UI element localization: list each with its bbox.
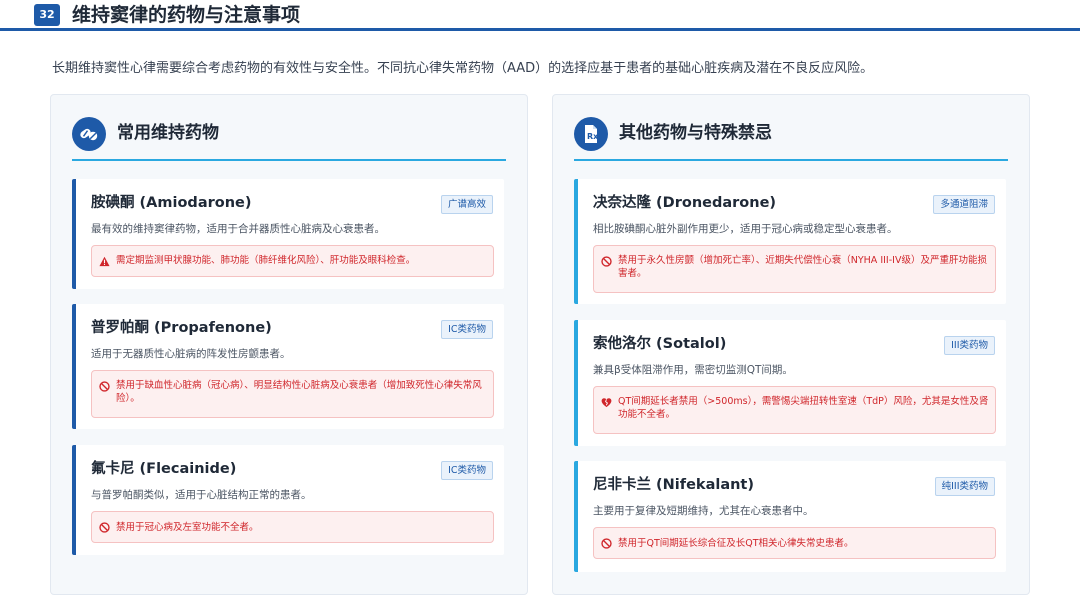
slide-header: 32 维持窦律的药物与注意事项 bbox=[0, 0, 1080, 31]
warning-box: 禁用于缺血性心脏病（冠心病）、明显结构性心脏病及心衰患者（增加致死性心律失常风险… bbox=[91, 370, 494, 418]
slide-title: 维持窦律的药物与注意事项 bbox=[72, 4, 301, 26]
drug-description: 主要用于复律及短期维持，尤其在心衰患者中。 bbox=[593, 505, 814, 517]
warning-box: QT间期延长者禁用（>500ms），需警惕尖端扭转性室速（TdP）风险，尤其是女… bbox=[593, 386, 996, 434]
drug-card-nifekalant: 尼非卡兰 (Nifekalant) 纯III类药物 主要用于复律及短期维持，尤其… bbox=[574, 461, 1006, 572]
drug-name: 胺碘酮 (Amiodarone) bbox=[91, 195, 252, 211]
drug-card-sotalol: 索他洛尔 (Sotalol) III类药物 兼具β受体阻滞作用，需密切监测QT间… bbox=[574, 320, 1006, 446]
drug-name: 普罗帕酮 (Propafenone) bbox=[91, 320, 272, 336]
common-drugs-panel: 常用维持药物 胺碘酮 (Amiodarone) 广谱高效 最有效的维持窦律药物，… bbox=[50, 94, 528, 595]
drug-badge: 多通道阻滞 bbox=[933, 195, 995, 214]
panel-divider bbox=[574, 159, 1008, 161]
drug-card-dronedarone: 决奈达隆 (Dronedarone) 多通道阻滞 相比胺碘酮心脏外副作用更少，适… bbox=[574, 179, 1006, 304]
drug-card-amiodarone: 胺碘酮 (Amiodarone) 广谱高效 最有效的维持窦律药物，适用于合并器质… bbox=[72, 179, 504, 289]
drug-description: 与普罗帕酮类似，适用于心脏结构正常的患者。 bbox=[91, 489, 312, 501]
prescription-file-icon: Rx bbox=[574, 117, 608, 151]
ban-icon bbox=[99, 381, 110, 392]
drug-description: 适用于无器质性心脏病的阵发性房颤患者。 bbox=[91, 348, 291, 360]
warning-box: 需定期监测甲状腺功能、肺功能（肺纤维化风险）、肝功能及眼科检查。 bbox=[91, 245, 494, 277]
warning-triangle-icon bbox=[99, 256, 110, 267]
drug-description: 最有效的维持窦律药物，适用于合并器质性心脏病及心衰患者。 bbox=[91, 223, 385, 235]
warning-box: 禁用于冠心病及左室功能不全者。 bbox=[91, 511, 494, 543]
other-drugs-panel: Rx 其他药物与特殊禁忌 决奈达隆 (Dronedarone) 多通道阻滞 相比… bbox=[552, 94, 1030, 595]
drug-name: 尼非卡兰 (Nifekalant) bbox=[593, 477, 754, 493]
drug-card-propafenone: 普罗帕酮 (Propafenone) IC类药物 适用于无器质性心脏病的阵发性房… bbox=[72, 304, 504, 429]
panel-title: 常用维持药物 bbox=[117, 123, 219, 143]
heart-crack-icon bbox=[601, 398, 612, 408]
drug-badge: 广谱高效 bbox=[440, 195, 493, 214]
warning-text: 禁用于永久性房颤（增加死亡率）、近期失代偿性心衰（NYHA III-IV级）及严… bbox=[618, 255, 987, 279]
panel-divider bbox=[72, 159, 506, 161]
drug-badge: 纯III类药物 bbox=[934, 477, 995, 496]
ban-icon bbox=[601, 256, 612, 267]
drug-badge: III类药物 bbox=[944, 336, 995, 355]
warning-box: 禁用于永久性房颤（增加死亡率）、近期失代偿性心衰（NYHA III-IV级）及严… bbox=[593, 245, 996, 293]
ban-icon bbox=[601, 538, 612, 549]
warning-text: 需定期监测甲状腺功能、肺功能（肺纤维化风险）、肝功能及眼科检查。 bbox=[116, 255, 416, 266]
panel-title: 其他药物与特殊禁忌 bbox=[619, 123, 772, 143]
drug-name: 索他洛尔 (Sotalol) bbox=[593, 336, 727, 352]
page-number: 32 bbox=[34, 4, 60, 26]
warning-text: 禁用于缺血性心脏病（冠心病）、明显结构性心脏病及心衰患者（增加致死性心律失常风险… bbox=[116, 380, 482, 404]
warning-text: 禁用于冠心病及左室功能不全者。 bbox=[116, 522, 259, 533]
warning-text: 禁用于QT间期延长综合征及长QT相关心律失常史患者。 bbox=[618, 538, 854, 549]
drug-name: 决奈达隆 (Dronedarone) bbox=[593, 195, 777, 211]
intro-text: 长期维持窦性心律需要综合考虑药物的有效性与安全性。不同抗心律失常药物（AAD）的… bbox=[52, 61, 874, 76]
drug-name: 氟卡尼 (Flecainide) bbox=[91, 461, 237, 477]
drug-badge: IC类药物 bbox=[441, 320, 493, 339]
pills-icon bbox=[72, 117, 106, 151]
ban-icon bbox=[99, 522, 110, 533]
drug-description: 相比胺碘酮心脏外副作用更少，适用于冠心病或稳定型心衰患者。 bbox=[593, 223, 898, 235]
drug-badge: IC类药物 bbox=[441, 461, 493, 480]
drug-description: 兼具β受体阻滞作用，需密切监测QT间期。 bbox=[593, 364, 793, 376]
svg-text:Rx: Rx bbox=[587, 132, 599, 141]
warning-text: QT间期延长者禁用（>500ms），需警惕尖端扭转性室速（TdP）风险，尤其是女… bbox=[618, 396, 989, 420]
drug-card-flecainide: 氟卡尼 (Flecainide) IC类药物 与普罗帕酮类似，适用于心脏结构正常… bbox=[72, 445, 504, 555]
warning-box: 禁用于QT间期延长综合征及长QT相关心律失常史患者。 bbox=[593, 527, 996, 559]
